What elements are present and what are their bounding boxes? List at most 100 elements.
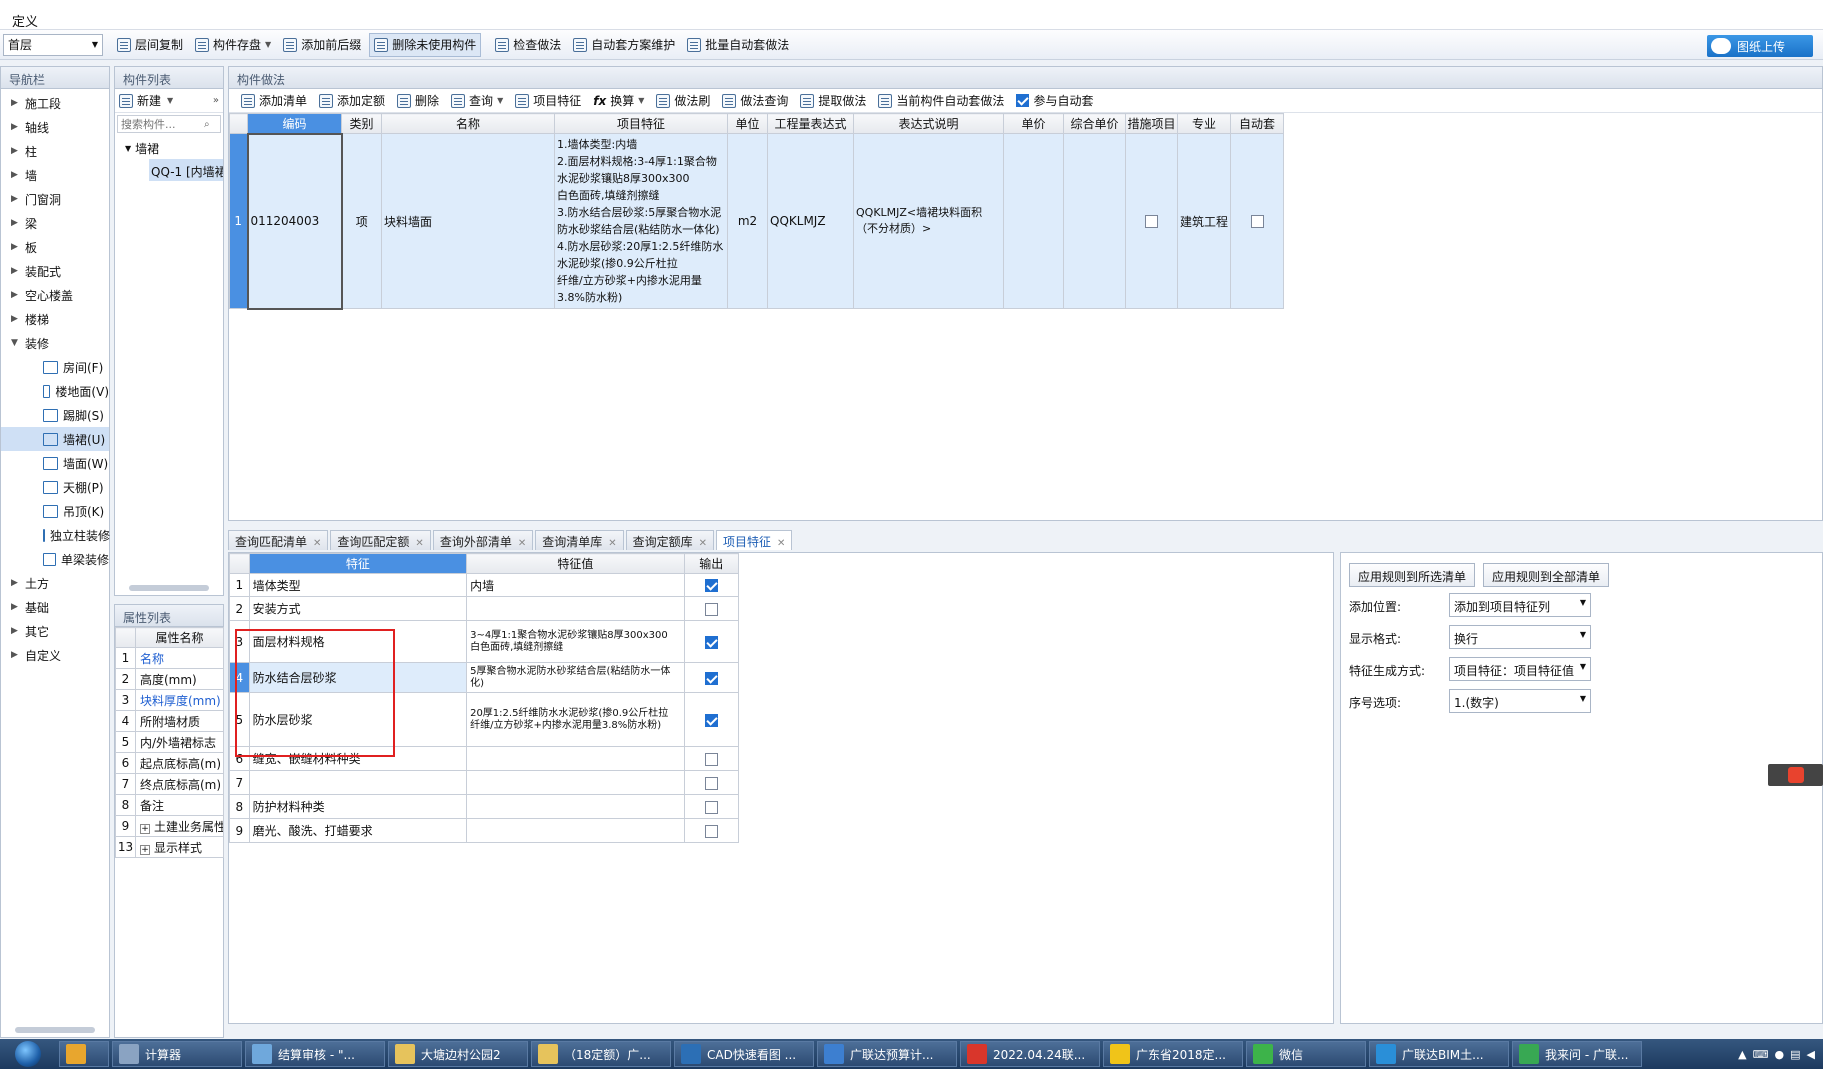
tree-item-qq1[interactable]: QQ-1 [内墙裙] <box>149 159 223 181</box>
auto-apply-current-button[interactable]: 当前构件自动套做法 <box>874 89 1008 113</box>
check-method-button[interactable]: 检查做法 <box>491 33 565 57</box>
expr-desc-cell[interactable]: QQKLMJZ<墙裙块料面积（不分材质）> <box>853 133 1004 309</box>
nav-item-beam[interactable]: ▶ 梁 <box>1 211 109 235</box>
numbering-select[interactable]: 1.(数字) ▼ <box>1449 689 1591 713</box>
measure-cell[interactable] <box>1125 133 1178 309</box>
tree-root[interactable]: ▼ 墙裙 <box>115 135 223 157</box>
property-row[interactable]: 3 块料厚度(mm) <box>115 689 224 711</box>
auto-checkbox[interactable] <box>1250 215 1264 228</box>
convert-button[interactable]: fx 换算 ▼ <box>589 89 648 113</box>
output-checkbox[interactable] <box>704 776 718 790</box>
property-row[interactable]: 1 名称 <box>115 647 224 669</box>
copy-between-floors-button[interactable]: 层间复制 <box>113 33 187 57</box>
task-folder-park[interactable]: 大塘边村公园2 <box>388 1041 528 1067</box>
property-row[interactable]: 7 终点底标高(m) <box>115 773 224 795</box>
tab-match-list[interactable]: 查询匹配清单 ✕ <box>228 530 329 550</box>
header-output[interactable]: 输出 <box>683 553 740 574</box>
expr-cell[interactable]: QQKLMJZ <box>767 133 854 309</box>
task-bim[interactable]: 广联达BIM土... <box>1369 1041 1509 1067</box>
floor-select[interactable]: 首层 ▼ <box>3 33 103 56</box>
header-unit[interactable]: 单位 <box>727 113 768 134</box>
name-cell[interactable]: 块料墙面 <box>381 133 555 309</box>
header-code[interactable]: 编码 <box>247 113 342 134</box>
apply-selected-button[interactable]: 应用规则到所选清单 <box>1349 563 1476 587</box>
header-total-price[interactable]: 综合单价 <box>1063 113 1126 134</box>
header-name[interactable]: 名称 <box>381 113 555 134</box>
search-icon[interactable]: ⌕ <box>204 119 210 130</box>
nav-sub-suspended-ceiling[interactable]: 吊顶(K) <box>1 499 109 523</box>
close-icon[interactable]: ✕ <box>777 538 785 549</box>
tray-arrow-icon[interactable]: ▲ <box>1738 1048 1746 1061</box>
feature-row[interactable]: 7 <box>229 770 740 795</box>
task-pinned[interactable] <box>59 1041 109 1067</box>
nav-item-custom[interactable]: ▶ 自定义 <box>1 643 109 667</box>
component-scrollbar[interactable] <box>129 585 209 591</box>
auto-cell[interactable] <box>1230 133 1284 309</box>
add-position-select[interactable]: 添加到项目特征列 ▼ <box>1449 593 1591 617</box>
task-guangdong[interactable]: 广东省2018定... <box>1103 1041 1243 1067</box>
nav-item-opening[interactable]: ▶ 门窗洞 <box>1 187 109 211</box>
nav-sub-skirting[interactable]: 踢脚(S) <box>1 403 109 427</box>
task-audit[interactable]: 结算审核 - "... <box>245 1041 385 1067</box>
total-price-cell[interactable] <box>1063 133 1126 309</box>
method-brush-button[interactable]: 做法刷 <box>652 89 714 113</box>
property-row[interactable]: 6 起点底标高(m) <box>115 752 224 774</box>
task-folder-quota[interactable]: （18定额）广... <box>531 1041 671 1067</box>
apply-all-button[interactable]: 应用规则到全部清单 <box>1483 563 1610 587</box>
component-search-input[interactable] <box>118 117 204 131</box>
item-feature-button[interactable]: 项目特征 <box>511 89 585 113</box>
header-auto[interactable]: 自动套 <box>1230 113 1284 134</box>
header-feature-value[interactable]: 特征值 <box>466 553 685 574</box>
nav-sub-beam-deco[interactable]: 单梁装修 <box>1 547 109 571</box>
delete-unused-button[interactable]: 删除未使用构件 <box>369 32 482 57</box>
tray-wechat-icon[interactable]: ● <box>1775 1048 1785 1061</box>
task-wps[interactable]: 2022.04.24联... <box>960 1041 1100 1067</box>
nav-sub-floor[interactable]: 楼地面(V) <box>1 379 109 403</box>
nav-sub-column-deco[interactable]: 独立柱装修 <box>1 523 110 547</box>
property-row[interactable]: 9 + 土建业务属性 <box>115 815 224 837</box>
property-row[interactable]: 2 高度(mm) <box>115 668 224 690</box>
header-feature-name[interactable]: 特征 <box>248 553 468 574</box>
ime-widget[interactable] <box>1768 764 1823 786</box>
double-chevron-icon[interactable]: » <box>213 95 219 106</box>
tab-item-features[interactable]: 项目特征 ✕ <box>716 530 793 550</box>
output-checkbox[interactable] <box>704 579 718 592</box>
property-row[interactable]: 5 内/外墙裙标志 <box>115 731 224 753</box>
type-cell[interactable]: 项 <box>341 133 382 309</box>
auto-scheme-button[interactable]: 自动套方案维护 <box>569 33 679 57</box>
nav-item-stairs[interactable]: ▶ 楼梯 <box>1 307 109 331</box>
close-icon[interactable]: ✕ <box>313 538 321 549</box>
header-feature[interactable]: 项目特征 <box>554 113 728 134</box>
specialty-cell[interactable]: 建筑工程 <box>1177 133 1231 309</box>
nav-item-earthwork[interactable]: ▶ 土方 <box>1 571 109 595</box>
batch-auto-button[interactable]: 批量自动套做法 <box>683 33 793 57</box>
task-ask[interactable]: 我来问 - 广联... <box>1512 1041 1642 1067</box>
add-prefix-suffix-button[interactable]: 添加前后缀 <box>279 33 365 57</box>
nav-scrollbar[interactable] <box>15 1027 95 1033</box>
extract-method-button[interactable]: 提取做法 <box>796 89 870 113</box>
nav-sub-room[interactable]: 房间(F) <box>1 355 109 379</box>
nav-sub-wall-face[interactable]: 墙面(W) <box>1 451 109 475</box>
output-checkbox[interactable] <box>704 713 718 727</box>
nav-item-hollow-floor[interactable]: ▶ 空心楼盖 <box>1 283 109 307</box>
participate-auto-toggle[interactable]: 参与自动套 <box>1012 89 1097 113</box>
header-specialty[interactable]: 专业 <box>1177 113 1231 134</box>
delete-button[interactable]: 删除 <box>393 89 443 113</box>
close-icon[interactable]: ✕ <box>415 538 423 549</box>
tray-volume-icon[interactable]: ◀ <box>1807 1048 1815 1061</box>
price-cell[interactable] <box>1003 133 1064 309</box>
nav-item-prefab[interactable]: ▶ 装配式 <box>1 259 109 283</box>
participate-auto-checkbox[interactable] <box>1016 94 1030 107</box>
nav-item-wall[interactable]: ▶ 墙 <box>1 163 109 187</box>
tab-list-library[interactable]: 查询清单库 ✕ <box>535 530 624 550</box>
task-cad[interactable]: CAD快速看图 ... <box>674 1041 814 1067</box>
tray-network-icon[interactable]: ▤ <box>1790 1048 1800 1061</box>
chevron-down-icon[interactable]: ▼ <box>167 96 173 105</box>
nav-item-foundation[interactable]: ▶ 基础 <box>1 595 109 619</box>
feature-row[interactable]: 8 防护材料种类 <box>229 794 740 819</box>
start-button[interactable] <box>0 1039 56 1069</box>
expand-icon[interactable]: + <box>140 844 150 855</box>
expand-icon[interactable]: + <box>140 823 150 834</box>
header-expr-desc[interactable]: 表达式说明 <box>853 113 1004 134</box>
header-type[interactable]: 类别 <box>341 113 382 134</box>
